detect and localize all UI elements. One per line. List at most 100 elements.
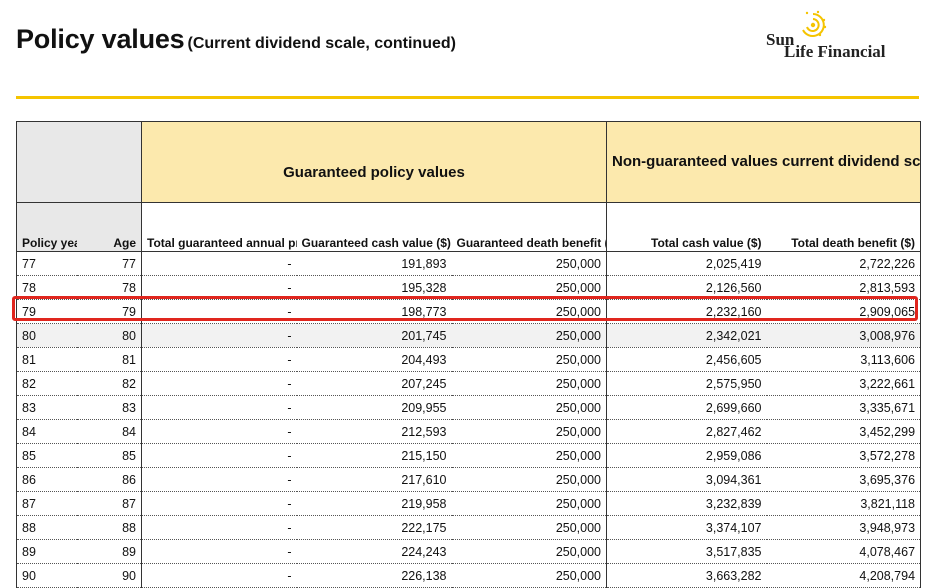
col-header-total-death: Total death benefit ($) (766, 202, 922, 252)
logo-line-life-financial: Life Financial (784, 42, 886, 61)
cell-total-cash: 2,699,660 (606, 395, 767, 420)
cell-premium: - (141, 371, 297, 396)
sun-icon (802, 10, 827, 37)
cell-age: 80 (76, 323, 142, 348)
cell-total-cash: 2,827,462 (606, 419, 767, 444)
cell-age: 83 (76, 395, 142, 420)
cell-total-cash: 3,374,107 (606, 515, 767, 540)
cell-premium: - (141, 515, 297, 540)
cell-premium: - (141, 395, 297, 420)
cell-cash-value: 226,138 (296, 563, 452, 588)
cell-total-death: 3,008,976 (766, 323, 922, 348)
cell-cash-value: 209,955 (296, 395, 452, 420)
cell-death-benefit: 250,000 (451, 419, 607, 444)
col-header-cash-value: Guaranteed cash value ($) (296, 202, 452, 252)
sun-life-logo: Sun Life Financial (766, 10, 896, 65)
cell-premium: - (141, 419, 297, 444)
cell-policy-year: 87 (16, 491, 77, 516)
cell-premium: - (141, 443, 297, 468)
cell-premium: - (141, 251, 297, 276)
cell-death-benefit: 250,000 (451, 371, 607, 396)
cell-cash-value: 204,493 (296, 347, 452, 372)
col-header-age: Age (76, 202, 142, 252)
page-subtitle: (Current dividend scale, continued) (187, 35, 456, 52)
cell-total-cash: 2,342,021 (606, 323, 767, 348)
table-row: 89 89-224,243 250,000 3,517,835 4,078,467 (16, 539, 922, 564)
cell-cash-value: 215,150 (296, 443, 452, 468)
cell-death-benefit: 250,000 (451, 347, 607, 372)
cell-total-death: 3,948,973 (766, 515, 922, 540)
header-divider (16, 96, 919, 99)
cell-total-cash: 3,517,835 (606, 539, 767, 564)
cell-policy-year: 77 (16, 251, 77, 276)
table-row: 90 90-226,138 250,000 3,663,282 4,208,794 (16, 563, 922, 588)
cell-policy-year: 86 (16, 467, 77, 492)
cell-total-death: 3,821,118 (766, 491, 922, 516)
cell-age: 81 (76, 347, 142, 372)
table-row: 82 82-207,245 250,000 2,575,950 3,222,661 (16, 371, 922, 396)
cell-cash-value: 222,175 (296, 515, 452, 540)
cell-total-death: 3,113,606 (766, 347, 922, 372)
table-row: 88 88-222,175 250,000 3,374,107 3,948,973 (16, 515, 922, 540)
cell-policy-year: 89 (16, 539, 77, 564)
cell-total-cash: 3,094,361 (606, 467, 767, 492)
cell-policy-year: 85 (16, 443, 77, 468)
group-header-guaranteed: Guaranteed policy values (141, 121, 607, 203)
group-header-row: Guaranteed policy values Non-guaranteed … (16, 121, 922, 203)
group-header-blank (16, 121, 142, 203)
col-header-policy-year: Policy year (16, 202, 77, 252)
page-title: Policy values (16, 24, 185, 54)
table-row: 85 85-215,150 250,000 2,959,086 3,572,278 (16, 443, 922, 468)
cell-policy-year: 80 (16, 323, 77, 348)
table-row: 81 81-204,493 250,000 2,456,605 3,113,606 (16, 347, 922, 372)
highlighted-row-box (12, 296, 918, 321)
cell-death-benefit: 250,000 (451, 323, 607, 348)
cell-premium: - (141, 323, 297, 348)
group-header-non-guaranteed: Non-guaranteed values current dividend s… (605, 121, 922, 203)
table-row: 77 77-191,893 250,000 2,025,419 2,722,226 (16, 251, 922, 276)
cell-death-benefit: 250,000 (451, 539, 607, 564)
cell-total-cash: 2,575,950 (606, 371, 767, 396)
cell-policy-year: 88 (16, 515, 77, 540)
cell-policy-year: 82 (16, 371, 77, 396)
cell-total-cash: 3,663,282 (606, 563, 767, 588)
cell-death-benefit: 250,000 (451, 563, 607, 588)
cell-total-death: 3,572,278 (766, 443, 922, 468)
cell-total-death: 3,695,376 (766, 467, 922, 492)
cell-total-cash: 2,025,419 (606, 251, 767, 276)
table-row: 83 83-209,955 250,000 2,699,660 3,335,671 (16, 395, 922, 420)
cell-age: 77 (76, 251, 142, 276)
cell-total-death: 2,722,226 (766, 251, 922, 276)
cell-age: 86 (76, 467, 142, 492)
col-header-total-cash: Total cash value ($) (606, 202, 767, 252)
table-row: 87 87-219,958 250,000 3,232,839 3,821,118 (16, 491, 922, 516)
cell-total-death: 3,222,661 (766, 371, 922, 396)
cell-age: 90 (76, 563, 142, 588)
policy-values-table: Guaranteed policy values Non-guaranteed … (16, 121, 922, 588)
cell-policy-year: 81 (16, 347, 77, 372)
cell-cash-value: 224,243 (296, 539, 452, 564)
cell-policy-year: 84 (16, 419, 77, 444)
col-header-death-benefit: Guaranteed death benefit ($) (451, 202, 607, 252)
column-header-row: Policy year Age Total guaranteed annual … (16, 202, 922, 252)
cell-age: 85 (76, 443, 142, 468)
cell-cash-value: 191,893 (296, 251, 452, 276)
cell-policy-year: 83 (16, 395, 77, 420)
table-row: 86 86-217,610 250,000 3,094,361 3,695,376 (16, 467, 922, 492)
cell-total-cash: 2,959,086 (606, 443, 767, 468)
cell-total-cash: 3,232,839 (606, 491, 767, 516)
table-row: 80 80-201,745 250,000 2,342,021 3,008,976 (16, 323, 922, 348)
cell-cash-value: 219,958 (296, 491, 452, 516)
cell-cash-value: 217,610 (296, 467, 452, 492)
cell-premium: - (141, 491, 297, 516)
cell-cash-value: 207,245 (296, 371, 452, 396)
cell-age: 89 (76, 539, 142, 564)
cell-death-benefit: 250,000 (451, 395, 607, 420)
cell-premium: - (141, 563, 297, 588)
cell-total-cash: 2,456,605 (606, 347, 767, 372)
cell-age: 82 (76, 371, 142, 396)
cell-death-benefit: 250,000 (451, 515, 607, 540)
cell-age: 87 (76, 491, 142, 516)
cell-total-death: 4,208,794 (766, 563, 922, 588)
cell-total-death: 3,452,299 (766, 419, 922, 444)
